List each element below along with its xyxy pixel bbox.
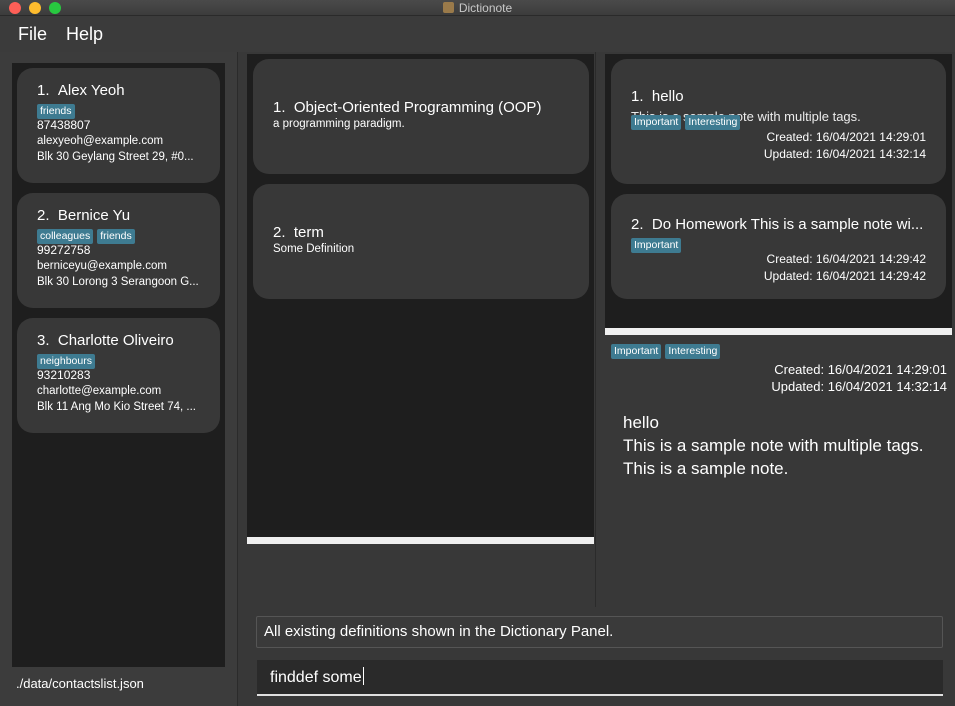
note-tags: Important Interesting bbox=[631, 112, 744, 130]
menu-bar: File Help bbox=[0, 16, 955, 52]
contact-tags: neighbours bbox=[37, 351, 208, 369]
tag: Important bbox=[611, 344, 662, 359]
contact-index: 3. bbox=[37, 332, 50, 349]
definition-card[interactable]: 2. term Some Definition bbox=[253, 184, 589, 299]
note-detail-created: Created: 16/04/2021 14:29:01 bbox=[774, 362, 947, 377]
tag: Important bbox=[631, 115, 682, 130]
note-index: 1. bbox=[631, 88, 644, 105]
tag: friends bbox=[97, 229, 135, 244]
title-bar: Dictionote bbox=[0, 0, 955, 16]
note-updated: Updated: 16/04/2021 14:29:42 bbox=[763, 269, 926, 283]
note-detail-line: This is a sample note with multiple tags… bbox=[623, 436, 924, 455]
command-input[interactable]: finddef some bbox=[257, 660, 943, 696]
contact-card[interactable]: 3. Charlotte Oliveiro neighbours 9321028… bbox=[17, 318, 220, 433]
contact-name: Charlotte Oliveiro bbox=[57, 332, 174, 349]
tag: Important bbox=[631, 238, 682, 253]
definition-text: Some Definition bbox=[273, 243, 355, 255]
dictionary-panel-divider[interactable] bbox=[247, 537, 594, 544]
status-file-path: ./data/contactslist.json bbox=[16, 676, 144, 691]
contact-index: 2. bbox=[37, 207, 50, 224]
note-created: Created: 16/04/2021 14:29:42 bbox=[766, 252, 926, 266]
contact-phone: 93210283 bbox=[37, 368, 91, 382]
note-updated: Updated: 16/04/2021 14:32:14 bbox=[763, 147, 926, 161]
note-detail-line: This is a sample note. bbox=[623, 459, 789, 478]
contact-tags: colleagues friends bbox=[37, 226, 208, 244]
contact-card[interactable]: 1. Alex Yeoh friends 87438807 alexyeoh@e… bbox=[17, 68, 220, 183]
tag: Interesting bbox=[685, 115, 741, 130]
note-title: Do Homework This is a sample note wi... bbox=[651, 216, 924, 233]
note-detail-updated: Updated: 16/04/2021 14:32:14 bbox=[771, 379, 947, 394]
contact-list[interactable]: 1. Alex Yeoh friends 87438807 alexyeoh@e… bbox=[12, 63, 225, 667]
notes-panel[interactable]: 1. hello This is a sample note with mult… bbox=[605, 54, 952, 329]
definition-term: term bbox=[293, 224, 324, 241]
note-index: 2. bbox=[631, 216, 644, 233]
contact-email: alexyeoh@example.com bbox=[37, 135, 164, 147]
dictionary-panel[interactable]: 1. Object-Oriented Programming (OOP) a p… bbox=[247, 54, 594, 538]
note-tags: Important bbox=[631, 235, 685, 253]
result-display[interactable]: All existing definitions shown in the Di… bbox=[256, 616, 943, 648]
note-created: Created: 16/04/2021 14:29:01 bbox=[766, 130, 926, 144]
contact-address: Blk 30 Geylang Street 29, #0... bbox=[37, 151, 194, 163]
definition-index: 1. bbox=[273, 99, 286, 116]
note-title: hello bbox=[651, 88, 684, 105]
tag: Interesting bbox=[665, 344, 721, 359]
contact-name: Alex Yeoh bbox=[57, 82, 125, 99]
definition-index: 2. bbox=[273, 224, 286, 241]
contact-name-line: 3. Charlotte Oliveiro bbox=[37, 332, 208, 349]
contact-email: charlotte@example.com bbox=[37, 385, 162, 397]
contact-card[interactable]: 2. Bernice Yu colleagues friends 99272758… bbox=[17, 193, 220, 308]
divider[interactable] bbox=[237, 52, 238, 706]
note-card[interactable]: 2. Do Homework This is a sample note wi.… bbox=[611, 194, 946, 299]
contacts-panel: 1. Alex Yeoh friends 87438807 alexyeoh@e… bbox=[0, 52, 237, 706]
definition-term-line: 1. Object-Oriented Programming (OOP) bbox=[273, 99, 569, 116]
definition-term-line: 2. term bbox=[273, 224, 569, 241]
contact-phone: 99272758 bbox=[37, 243, 91, 257]
note-detail-panel[interactable]: Important Interesting Created: 16/04/2021… bbox=[605, 335, 955, 607]
note-detail-content: hello This is a sample note with multipl… bbox=[623, 411, 923, 480]
note-detail-tags: Important Interesting bbox=[611, 341, 724, 359]
command-text: finddef some bbox=[270, 669, 362, 686]
note-title-line: 1. hello bbox=[631, 59, 926, 105]
note-title-line: 2. Do Homework This is a sample note wi.… bbox=[631, 194, 926, 233]
contact-address: Blk 11 Ang Mo Kio Street 74, ... bbox=[37, 401, 196, 413]
menu-help[interactable]: Help bbox=[66, 24, 103, 45]
contact-name: Bernice Yu bbox=[57, 207, 131, 224]
window-title: Dictionote bbox=[458, 1, 513, 15]
contact-name-line: 2. Bernice Yu bbox=[37, 207, 208, 224]
definition-text: a programming paradigm. bbox=[273, 118, 405, 130]
divider[interactable] bbox=[595, 52, 596, 607]
definition-card[interactable]: 1. Object-Oriented Programming (OOP) a p… bbox=[253, 59, 589, 174]
contact-tags: friends bbox=[37, 101, 208, 119]
note-card[interactable]: 1. hello This is a sample note with mult… bbox=[611, 59, 946, 184]
text-caret bbox=[362, 667, 364, 685]
contact-address: Blk 30 Lorong 3 Serangoon G... bbox=[37, 276, 199, 288]
window-title-area: Dictionote bbox=[0, 0, 955, 16]
menu-file[interactable]: File bbox=[18, 24, 47, 45]
app-icon bbox=[442, 2, 454, 13]
note-detail-line: hello bbox=[623, 413, 659, 432]
contact-index: 1. bbox=[37, 82, 50, 99]
notes-panel-divider[interactable] bbox=[605, 328, 952, 335]
contact-email: berniceyu@example.com bbox=[37, 260, 167, 272]
definition-term: Object-Oriented Programming (OOP) bbox=[293, 99, 542, 116]
contact-phone: 87438807 bbox=[37, 118, 91, 132]
contact-name-line: 1. Alex Yeoh bbox=[37, 82, 208, 99]
